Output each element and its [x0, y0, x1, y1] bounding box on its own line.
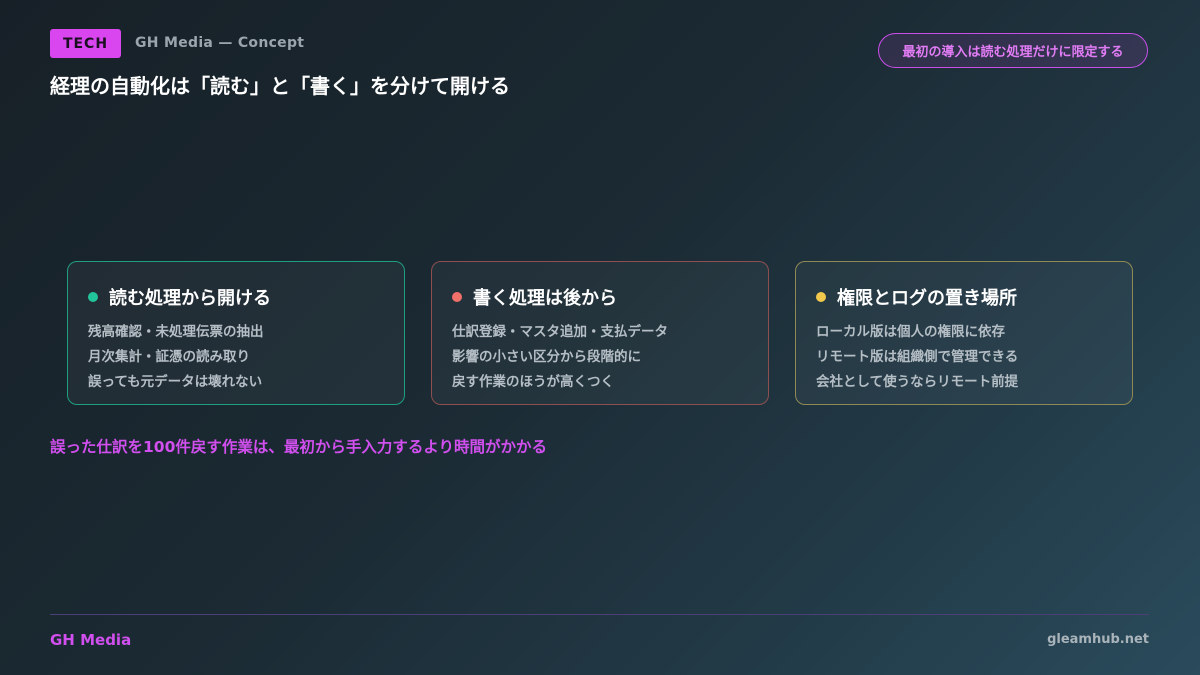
card-title: 権限とログの置き場所	[837, 288, 1017, 309]
card-line: 会社として使うならリモート前提	[816, 374, 1019, 390]
card-title: 書く処理は後から	[473, 288, 617, 309]
card-read-first: 読む処理から開ける 残高確認・未処理伝票の抽出 月次集計・証憑の読み取り 誤って…	[67, 261, 405, 405]
callout-note: 誤った仕訳を100件戻す作業は、最初から手入力するより時間がかかる	[50, 438, 548, 456]
footer-url: gleamhub.net	[1047, 632, 1149, 647]
card-line: ローカル版は個人の権限に依存	[816, 324, 1005, 340]
red-dot-icon	[452, 292, 462, 302]
card-title: 読む処理から開ける	[109, 288, 271, 309]
highlight-pill: 最初の導入は読む処理だけに限定する	[878, 33, 1148, 68]
brand-subtitle: GH Media — Concept	[135, 35, 305, 51]
card-line: 戻す作業のほうが高くつく	[452, 374, 614, 390]
page-title: 経理の自動化は「読む」と「書く」を分けて開ける	[50, 74, 510, 98]
card-write-later: 書く処理は後から 仕訳登録・マスタ追加・支払データ 影響の小さい区分から段階的に…	[431, 261, 769, 405]
card-line: 残高確認・未処理伝票の抽出	[88, 324, 264, 340]
tech-tag: TECH	[50, 29, 121, 58]
footer-brand: GH Media	[50, 631, 132, 649]
card-permissions-logs: 権限とログの置き場所 ローカル版は個人の権限に依存 リモート版は組織側で管理でき…	[795, 261, 1133, 405]
yellow-dot-icon	[816, 292, 826, 302]
card-line: リモート版は組織側で管理できる	[816, 349, 1019, 365]
card-line: 影響の小さい区分から段階的に	[452, 349, 641, 365]
footer-divider	[50, 614, 1149, 615]
green-dot-icon	[88, 292, 98, 302]
card-line: 仕訳登録・マスタ追加・支払データ	[452, 324, 668, 340]
card-line: 月次集計・証憑の読み取り	[88, 349, 250, 365]
card-line: 誤っても元データは壊れない	[88, 374, 263, 390]
